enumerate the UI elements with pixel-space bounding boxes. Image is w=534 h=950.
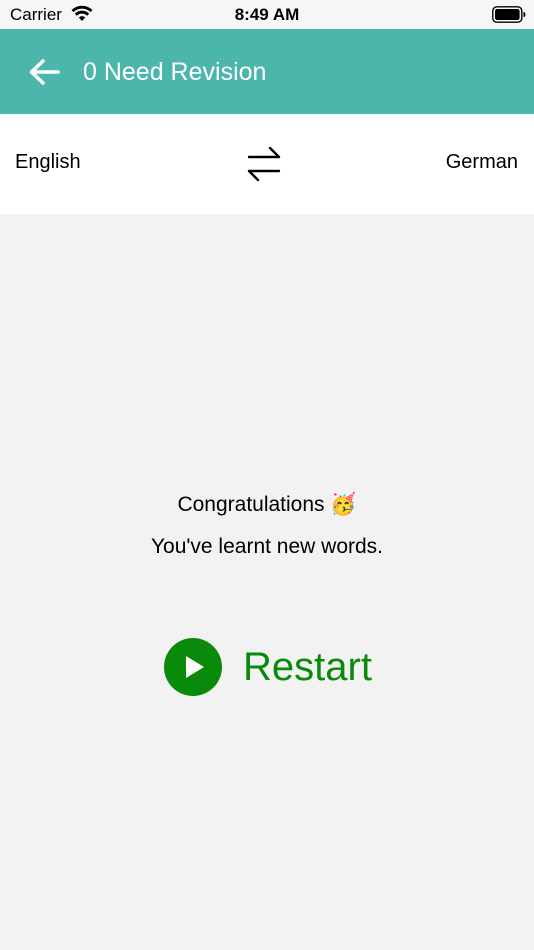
completion-message: You've learnt new words.	[150, 535, 384, 558]
play-icon	[164, 638, 222, 696]
status-bar: Carrier 8:49 AM	[0, 0, 534, 29]
battery-icon	[492, 6, 526, 23]
back-button[interactable]	[22, 51, 66, 93]
status-time: 8:49 AM	[234, 5, 300, 24]
page-title: 0 Need Revision	[83, 58, 267, 86]
swap-languages-button[interactable]	[244, 142, 284, 186]
target-language[interactable]: German	[446, 151, 518, 174]
arrow-left-icon	[29, 59, 60, 85]
restart-button[interactable]: Restart	[164, 636, 379, 698]
congratulations-label: Congratulations	[177, 493, 325, 516]
restart-label: Restart	[243, 645, 372, 689]
nav-bar: 0 Need Revision	[0, 29, 534, 114]
source-language[interactable]: English	[15, 151, 81, 174]
swap-arrows-icon	[247, 146, 281, 182]
language-bar: English German	[0, 114, 534, 214]
congratulations-text: Congratulations 🥳	[0, 488, 534, 521]
screen: Carrier 8:49 AM 0 Need Revision English	[0, 0, 534, 950]
party-face-icon: 🥳	[330, 492, 357, 516]
